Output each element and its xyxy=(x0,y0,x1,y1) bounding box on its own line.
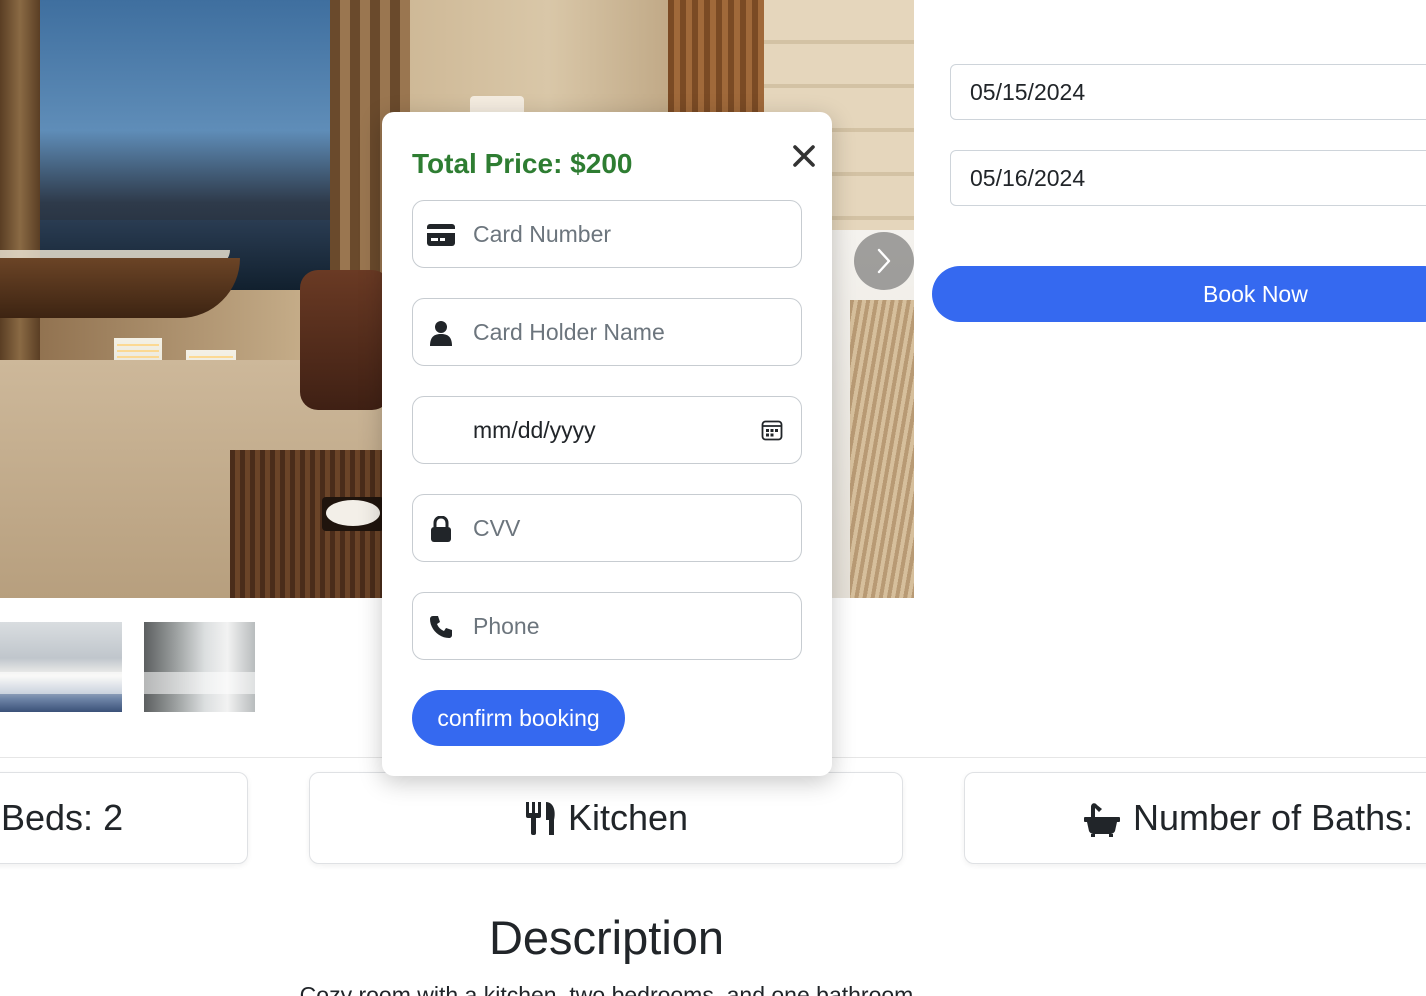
utensils-icon xyxy=(525,802,555,835)
gallery-thumbnail[interactable] xyxy=(0,622,122,712)
feature-kitchen-label: Kitchen xyxy=(567,797,689,838)
book-now-button[interactable]: Book Now xyxy=(932,266,1426,322)
payment-modal: Total Price: $200 Card Number Card Holde… xyxy=(382,112,832,776)
user-icon xyxy=(427,319,455,347)
check-in-date-input[interactable]: 05/15/2024 xyxy=(950,64,1426,120)
bath-icon xyxy=(1084,803,1120,837)
plate xyxy=(326,500,380,526)
modal-close-button[interactable] xyxy=(790,142,818,170)
card-number-field[interactable]: Card Number xyxy=(412,200,802,268)
check-out-date-input[interactable]: 05/16/2024 xyxy=(950,150,1426,206)
feature-card-beds: f Beds: 2 xyxy=(0,772,248,864)
feature-card-baths: Number of Baths: xyxy=(964,772,1426,864)
close-icon xyxy=(793,145,815,167)
feature-beds-label: f Beds: 2 xyxy=(0,797,124,838)
gallery-next-button[interactable] xyxy=(854,232,914,290)
phone-icon xyxy=(427,613,455,641)
card-number-placeholder: Card Number xyxy=(473,220,612,247)
card-holder-name-placeholder: Card Holder Name xyxy=(473,318,665,345)
gallery-thumbnail[interactable] xyxy=(144,622,255,712)
cvv-placeholder: CVV xyxy=(473,514,521,541)
lock-icon xyxy=(427,515,455,543)
check-in-date-value: 05/15/2024 xyxy=(970,78,1086,105)
chevron-right-icon xyxy=(877,248,891,274)
cvv-field[interactable]: CVV xyxy=(412,494,802,562)
calendar-icon[interactable] xyxy=(761,419,783,446)
phone-field[interactable]: Phone xyxy=(412,592,802,660)
description-heading: Description xyxy=(488,911,725,964)
expiry-date-field[interactable]: mm/dd/yyyy xyxy=(412,396,802,464)
check-out-date-value: 05/16/2024 xyxy=(970,164,1086,191)
credit-card-icon xyxy=(427,221,455,249)
total-price: Total Price: $200 xyxy=(412,148,633,179)
phone-placeholder: Phone xyxy=(473,612,540,639)
expiry-date-value: mm/dd/yyyy xyxy=(473,416,596,443)
description-text: Cozy room with a kitchen, two bedrooms, … xyxy=(299,982,914,996)
feature-baths-label: Number of Baths: xyxy=(1133,797,1414,838)
bed-runner xyxy=(850,300,914,598)
card-holder-name-field[interactable]: Card Holder Name xyxy=(412,298,802,366)
confirm-booking-button[interactable]: confirm booking xyxy=(412,690,625,746)
desk xyxy=(0,258,240,318)
armchair xyxy=(300,270,390,410)
feature-card-kitchen: Kitchen xyxy=(309,772,903,864)
